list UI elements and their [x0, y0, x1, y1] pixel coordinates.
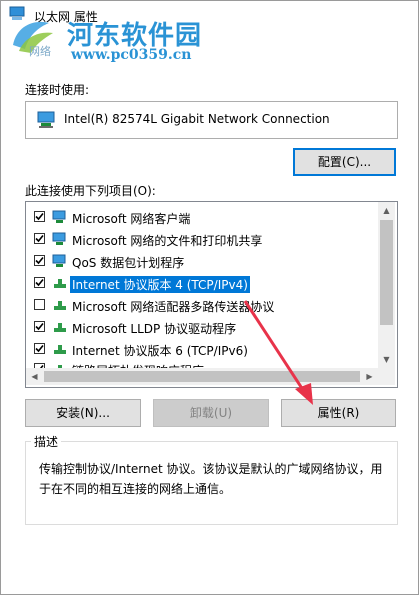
vertical-scrollbar[interactable]: ▲ ▼	[378, 202, 395, 368]
list-item-label: Internet 协议版本 6 (TCP/IPv6)	[72, 344, 248, 358]
list-item-label: Microsoft 网络客户端	[72, 212, 191, 226]
network-adapter-icon	[37, 111, 55, 128]
checkbox[interactable]	[34, 343, 45, 354]
network-client-icon	[52, 210, 66, 223]
configure-button[interactable]: 配置(C)...	[293, 148, 396, 176]
list-item[interactable]: Microsoft 网络适配器多路传送器协议	[26, 294, 378, 316]
watermark-subtitle: 网络	[29, 45, 51, 58]
checkbox[interactable]	[34, 277, 45, 288]
items-label: 此连接使用下列项目(O):	[25, 184, 156, 198]
list-item[interactable]: Internet 协议版本 4 (TCP/IPv4)	[26, 272, 378, 294]
checkbox[interactable]	[34, 211, 45, 222]
description-title: 描述	[31, 433, 62, 450]
list-item[interactable]: QoS 数据包计划程序	[26, 250, 378, 272]
scrollbar-corner	[378, 368, 395, 385]
protocol-icon	[54, 301, 66, 310]
scroll-right-icon[interactable]: ▶	[361, 368, 378, 385]
title-bar: 以太网 属性	[1, 1, 418, 31]
list-item-label: QoS 数据包计划程序	[72, 256, 185, 270]
install-button[interactable]: 安装(N)...	[25, 399, 141, 427]
checkbox[interactable]	[34, 233, 45, 244]
properties-dialog: 以太网 属性 网络 河东软件园 www.pc0359.cn 连接时使用: Int…	[0, 0, 419, 595]
horizontal-scrollbar[interactable]: ◀ ▶	[26, 368, 378, 385]
items-listbox[interactable]: Microsoft 网络客户端 Microsoft 网络的文件和打印机共享 Qo…	[25, 201, 398, 388]
protocol-icon	[54, 323, 66, 332]
annotation-arrow-icon	[243, 300, 313, 405]
list-item-label: Microsoft LLDP 协议驱动程序	[72, 322, 237, 336]
list-item[interactable]: Internet 协议版本 6 (TCP/IPv6)	[26, 338, 378, 360]
list-item-label: Microsoft 网络的文件和打印机共享	[72, 234, 263, 248]
connect-using-label: 连接时使用:	[25, 83, 90, 97]
list-item-label: Internet 协议版本 4 (TCP/IPv4)	[70, 276, 250, 293]
qos-scheduler-icon	[52, 254, 66, 267]
adapter-field: Intel(R) 82574L Gigabit Network Connecti…	[25, 101, 398, 139]
vertical-scroll-thumb[interactable]	[380, 220, 393, 325]
description-text: 传输控制协议/Internet 协议。该协议是默认的广域网络协议，用于在不同的相…	[39, 462, 383, 496]
watermark-url: www.pc0359.cn	[71, 47, 192, 63]
protocol-icon	[54, 345, 66, 354]
scroll-down-icon[interactable]: ▼	[378, 351, 395, 368]
list-item[interactable]: Microsoft LLDP 协议驱动程序	[26, 316, 378, 338]
list-item[interactable]: Microsoft 网络的文件和打印机共享	[26, 228, 378, 250]
checkbox[interactable]	[34, 321, 45, 332]
protocol-icon	[54, 279, 66, 288]
checkbox[interactable]	[34, 255, 45, 266]
scroll-up-icon[interactable]: ▲	[378, 202, 395, 219]
scroll-left-icon[interactable]: ◀	[26, 368, 43, 385]
file-printer-sharing-icon	[52, 232, 66, 245]
list-item[interactable]: Microsoft 网络客户端	[26, 206, 378, 228]
adapter-name: Intel(R) 82574L Gigabit Network Connecti…	[64, 112, 330, 126]
checkbox[interactable]	[34, 299, 45, 310]
